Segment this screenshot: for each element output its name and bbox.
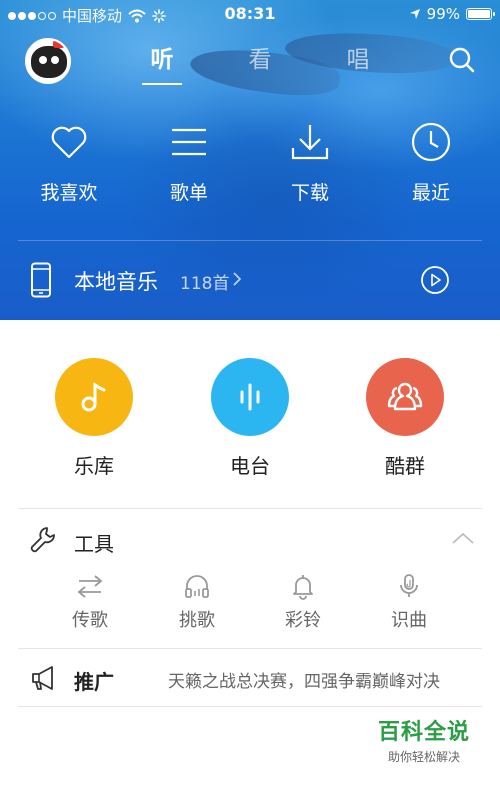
status-right: 99% [409, 5, 495, 23]
radio-circle [211, 358, 289, 436]
search-icon[interactable] [448, 46, 476, 74]
tools-header[interactable]: 工具 [0, 510, 500, 570]
main-entries: 乐库 电台 酷群 [0, 358, 500, 478]
promo-row[interactable]: 推广 天籁之战总决赛，四强争霸巅峰对决 [0, 650, 500, 706]
battery-icon [466, 8, 495, 20]
music-library-circle [55, 358, 133, 436]
promo-title: 推广 [74, 670, 114, 694]
heart-icon [51, 126, 87, 159]
watermark-logo: 百科全说 助你轻松解决 [364, 714, 484, 765]
radio-wave-icon [240, 383, 260, 411]
quick-action-downloads[interactable]: 下载 [260, 120, 360, 205]
location-arrow-icon [409, 9, 420, 19]
play-all-icon[interactable] [420, 265, 450, 295]
top-tabs: 听 看 唱 [140, 42, 380, 82]
hero-header: 中国移动 08:31 99% 听 看 唱 我喜欢 歌单 下载 最近 本地音乐 1… [0, 0, 500, 320]
tool-label: 识曲 [391, 610, 427, 631]
divider [18, 706, 482, 707]
status-bar: 中国移动 08:31 99% [0, 0, 500, 28]
megaphone-icon [32, 666, 53, 690]
headphones-icon [185, 575, 209, 598]
tool-ringtone[interactable]: 彩铃 [258, 572, 348, 632]
quick-action-favorites[interactable]: 我喜欢 [19, 120, 119, 205]
mic-icon [400, 574, 418, 597]
divider [18, 240, 482, 241]
transfer-icon [77, 575, 103, 598]
quick-action-label: 我喜欢 [40, 182, 98, 204]
download-icon [291, 125, 329, 160]
tool-pick-songs[interactable]: 挑歌 [152, 572, 242, 632]
entry-label: 乐库 [74, 454, 114, 478]
tool-label: 彩铃 [285, 610, 321, 631]
tab-sing[interactable]: 唱 [336, 42, 380, 82]
tool-label: 挑歌 [179, 610, 215, 631]
quick-action-playlists[interactable]: 歌单 [139, 120, 239, 205]
phone-icon [31, 262, 51, 298]
entry-radio[interactable]: 电台 [190, 358, 310, 479]
quick-action-label: 最近 [411, 182, 450, 204]
watermark-title: 百科全说 [377, 720, 470, 745]
local-music-title: 本地音乐 [74, 270, 158, 294]
entry-music-library[interactable]: 乐库 [34, 358, 154, 479]
active-tab-indicator [142, 83, 182, 85]
tools-title: 工具 [74, 532, 114, 556]
wrench-icon [30, 527, 55, 553]
tool-label: 传歌 [72, 610, 108, 631]
local-music-row[interactable]: 本地音乐 118首 [0, 248, 500, 312]
promo-text[interactable]: 天籁之战总决赛，四强争霸巅峰对决 [168, 667, 440, 692]
quick-action-label: 下载 [290, 182, 329, 204]
divider [18, 648, 482, 649]
quick-actions: 我喜欢 歌单 下载 最近 [0, 120, 500, 210]
user-avatar[interactable] [25, 38, 71, 84]
battery-percent: 99% [426, 5, 460, 23]
quick-action-label: 歌单 [169, 182, 208, 204]
tab-listen[interactable]: 听 [140, 42, 184, 82]
tab-watch[interactable]: 看 [238, 42, 282, 82]
tools-row: 传歌 挑歌 彩铃 识曲 [0, 572, 500, 642]
chevron-right-icon [233, 272, 242, 286]
app-screen: 中国移动 08:31 99% 听 看 唱 我喜欢 歌单 下载 最近 本地音乐 1… [0, 0, 500, 790]
bell-icon [293, 575, 313, 600]
local-music-count: 118首 [180, 274, 230, 294]
group-circle [366, 358, 444, 436]
entry-kugroup[interactable]: 酷群 [345, 358, 465, 479]
entry-label: 电台 [230, 454, 270, 478]
group-icon [387, 382, 423, 411]
divider [18, 508, 482, 509]
list-icon [172, 128, 206, 156]
music-note-icon [81, 382, 106, 412]
watermark-subtitle: 助你轻松解决 [387, 750, 460, 764]
quick-action-recent[interactable]: 最近 [381, 120, 481, 205]
tool-transfer-songs[interactable]: 传歌 [45, 572, 135, 632]
clock-icon [411, 122, 451, 162]
chevron-up-icon[interactable] [452, 532, 474, 544]
tool-identify-song[interactable]: 识曲 [364, 572, 454, 632]
entry-label: 酷群 [385, 454, 425, 478]
